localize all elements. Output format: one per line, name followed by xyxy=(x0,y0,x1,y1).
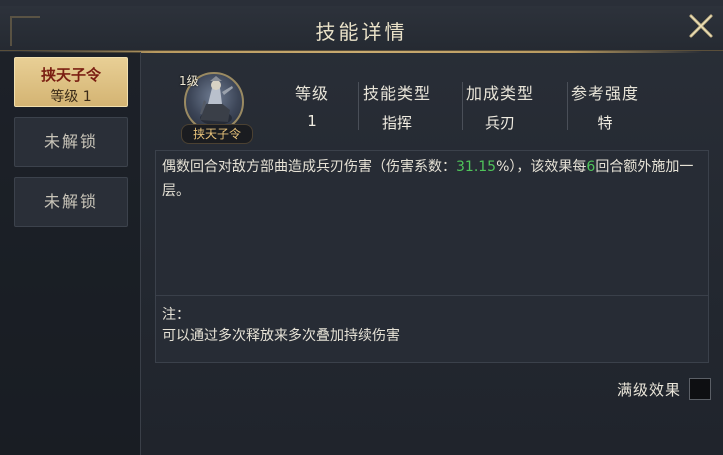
max-level-checkbox[interactable] xyxy=(689,378,711,400)
title-bar: 技能详情 xyxy=(0,6,723,53)
note-title: 注： xyxy=(162,307,190,323)
stat-header: 参考强度 xyxy=(570,84,639,103)
max-level-effect-toggle[interactable]: 满级效果 xyxy=(617,377,711,401)
desc-part-1: 偶数回合对敌方部曲造成兵刃伤害（伤害系数： xyxy=(162,159,456,175)
stat-bonus-type: 加成类型 兵刃 xyxy=(450,80,550,132)
stat-header: 技能类型 xyxy=(362,84,431,103)
skill-detail-panel: 技能详情 挟天子令 等级 1 未解锁 未解锁 1级 挟天子令 等级 1 技能类型… xyxy=(0,0,723,455)
stat-skill-type: 技能类型 指挥 xyxy=(347,80,447,132)
panel-title: 技能详情 xyxy=(315,20,408,44)
close-button[interactable] xyxy=(683,8,719,44)
skill-name-label: 挟天子令 xyxy=(181,124,253,144)
stat-value: 指挥 xyxy=(381,114,412,132)
stack-rounds: 6 xyxy=(586,159,596,175)
skill-tab-name: 挟天子令 xyxy=(40,66,101,84)
skill-sidebar: 挟天子令 等级 1 未解锁 未解锁 xyxy=(0,52,141,455)
skill-description-box: 偶数回合对敌方部曲造成兵刃伤害（伤害系数：31.15%），该效果每6回合额外施加… xyxy=(155,150,709,363)
stat-reference-strength: 参考强度 特 xyxy=(555,80,655,132)
stat-value: 特 xyxy=(597,114,613,132)
skill-tab-active[interactable]: 挟天子令 等级 1 xyxy=(14,57,128,107)
skill-tab-level: 等级 1 xyxy=(50,89,92,105)
skill-tab-locked-1[interactable]: 未解锁 xyxy=(14,117,128,167)
note-divider xyxy=(156,295,708,296)
skill-level-badge: 1级 xyxy=(179,74,199,88)
stat-value: 兵刃 xyxy=(484,114,515,132)
stat-header: 加成类型 xyxy=(465,84,534,103)
note-text: 可以通过多次释放来多次叠加持续伤害 xyxy=(162,328,400,344)
close-icon xyxy=(689,14,713,38)
skill-description: 偶数回合对敌方部曲造成兵刃伤害（伤害系数：31.15%），该效果每6回合额外施加… xyxy=(162,155,702,203)
damage-coefficient: 31.15 xyxy=(456,159,497,175)
desc-part-2: %），该效果每 xyxy=(496,159,587,175)
skill-tab-locked-2[interactable]: 未解锁 xyxy=(14,177,128,227)
max-level-label: 满级效果 xyxy=(616,380,681,399)
